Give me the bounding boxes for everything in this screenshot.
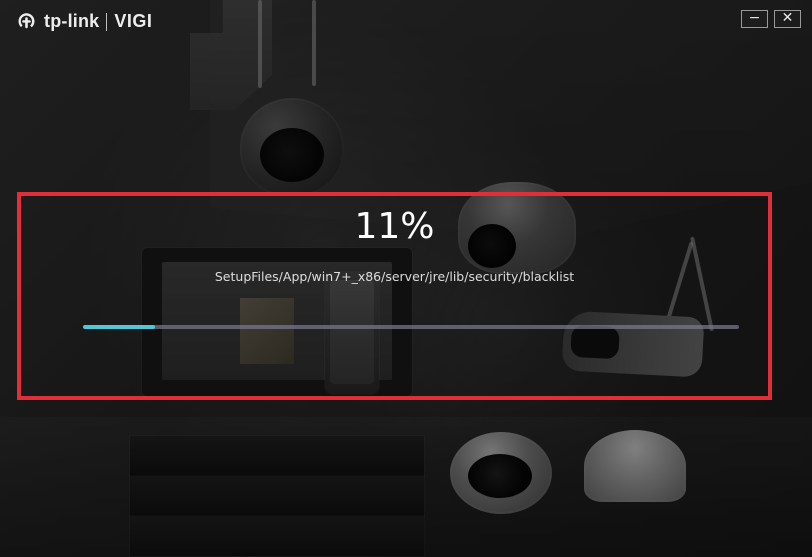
minimize-button[interactable]: − [741,10,768,28]
nvr-unit [130,516,424,556]
nvr-unit [130,436,424,476]
product-name: VIGI [114,11,153,31]
ptz-camera-antenna-left [258,0,262,88]
brand-name: tp-link [44,11,100,31]
installer-window: tp-link VIGI − ✕ 11% SetupFiles/App/win7… [0,0,812,557]
minimize-icon: − [748,10,761,26]
window-controls: − ✕ [741,10,801,28]
tp-link-logo-icon [16,11,37,32]
nvr-stack-image [130,426,424,557]
ptz-camera-antenna-right [312,0,316,86]
progress-bar [83,325,739,329]
ptz-camera-lens [260,128,324,182]
mini-dome-camera-image [584,430,686,502]
install-progress-panel: 11% SetupFiles/App/win7+_x86/server/jre/… [17,192,772,400]
close-button[interactable]: ✕ [774,10,801,28]
ptz-camera-image [240,98,344,196]
nvr-unit [130,476,424,516]
brand-divider [106,12,108,31]
current-file-path: SetupFiles/App/win7+_x86/server/jre/lib/… [214,269,575,284]
close-icon: ✕ [781,10,794,26]
brand-logo: tp-link VIGI [16,11,152,32]
turret-camera-lens [468,454,532,498]
turret-camera-image [450,432,552,514]
progress-percent: 11% [354,206,435,247]
progress-bar-fill [83,325,156,329]
